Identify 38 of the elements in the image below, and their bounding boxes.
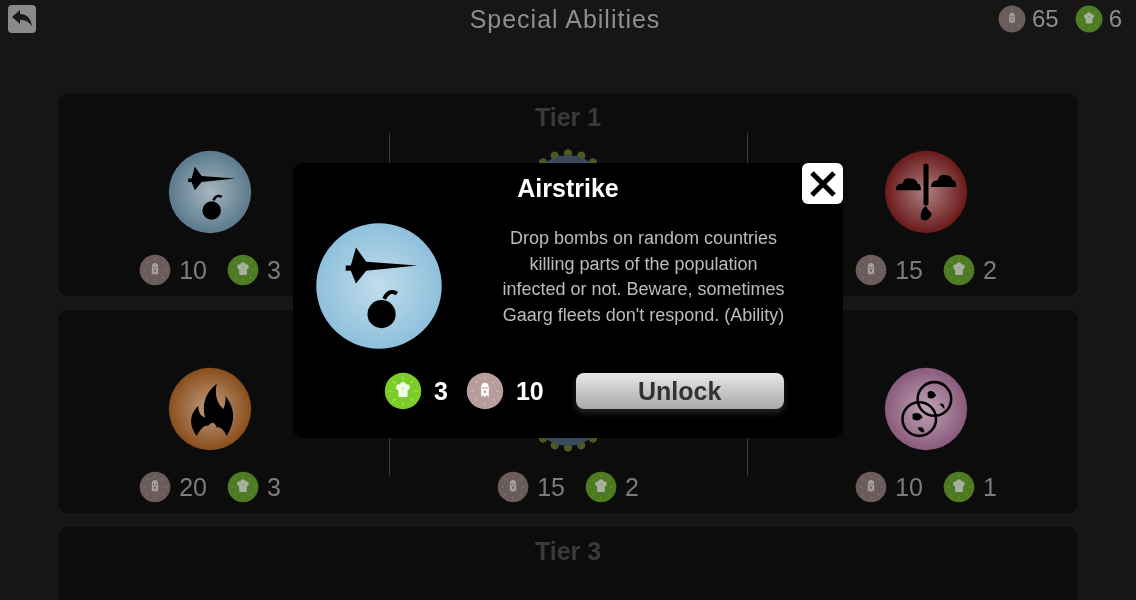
cost-amount: 15 — [537, 472, 565, 502]
close-icon — [808, 169, 837, 198]
cost-amount: 2 — [624, 472, 639, 502]
ghost-coin-icon — [465, 372, 504, 410]
germ-coin-icon — [1074, 5, 1103, 33]
close-button[interactable] — [802, 163, 843, 204]
cost-amount: 3 — [434, 376, 448, 406]
cost-amount: 6 — [1108, 5, 1122, 33]
screen-title: Special Abilities — [469, 4, 661, 34]
ghost-coin-icon — [855, 254, 888, 286]
germ-coin-icon — [384, 372, 422, 410]
germ-coin-icon — [942, 254, 975, 286]
meteor-icon[interactable] — [884, 150, 968, 234]
cost-amount: 10 — [179, 255, 207, 285]
germ-coin-icon — [942, 471, 975, 503]
cost-amount: 3 — [266, 472, 281, 502]
back-arrow-icon — [12, 10, 32, 28]
cost-amount: 2 — [982, 255, 997, 285]
cost-amount: 3 — [266, 255, 281, 285]
ability-description: Drop bombs on random countries killing parts of the population infected or not. Beware, sometimes Gaarg fleets don't respond. (Ability) — [501, 227, 786, 327]
cost-amount: 10 — [895, 472, 923, 502]
ghost-coin-icon — [855, 471, 888, 503]
ghost-coin-icon — [139, 254, 172, 286]
ghost-coin-icon — [497, 471, 530, 503]
ghost-coin-icon — [997, 5, 1026, 33]
back-button[interactable] — [8, 5, 36, 33]
germ-coin-icon — [584, 471, 617, 503]
unlock-button[interactable]: Unlock — [575, 373, 784, 409]
ghost-coin-icon — [139, 471, 172, 503]
dialog-title: Airstrike — [517, 173, 619, 203]
cost-amount: 10 — [515, 376, 544, 406]
cost-amount: 20 — [179, 472, 207, 502]
flame-icon[interactable] — [168, 367, 252, 451]
cost-amount: 1 — [982, 472, 997, 502]
germ-coin-icon — [226, 471, 259, 503]
cost-amount: 65 — [1031, 5, 1059, 33]
cost-amount: 15 — [895, 255, 923, 285]
germ-coin-icon — [226, 254, 259, 286]
